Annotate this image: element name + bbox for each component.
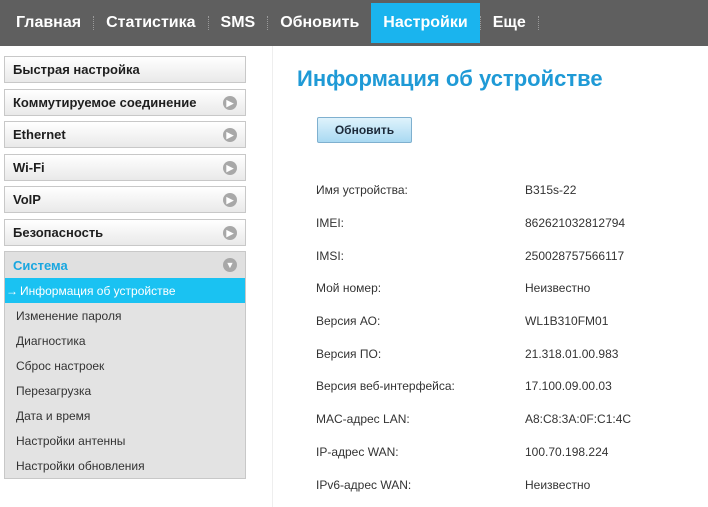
submenu-item-device-info[interactable]: → Информация об устройстве: [5, 278, 245, 303]
top-navigation: Главная Статистика SMS Обновить Настройк…: [0, 0, 708, 46]
nav-more[interactable]: Еще: [481, 0, 538, 46]
submenu-item-reset[interactable]: Сброс настроек: [5, 353, 245, 378]
nav-divider: [537, 16, 539, 30]
submenu-item-label: Информация об устройстве: [20, 283, 176, 298]
info-value: A8:C8:3A:0F:C1:4C: [525, 412, 632, 427]
chevron-right-icon: ▶: [223, 95, 237, 110]
sidebar-item-ethernet[interactable]: Ethernet ▶: [4, 121, 246, 148]
submenu-item-reboot[interactable]: Перезагрузка: [5, 378, 245, 403]
info-label: Мой номер:: [316, 281, 382, 296]
info-value: 100.70.198.224: [525, 444, 609, 459]
info-label: IMEI:: [316, 216, 345, 231]
sidebar-menu: Быстрая настройка Коммутируемое соединен…: [4, 56, 246, 479]
info-label: Версия АО:: [316, 314, 381, 329]
page-title: Информация об устройстве: [297, 66, 603, 91]
info-value: 17.100.09.00.03: [525, 379, 612, 394]
chevron-right-icon: ▶: [223, 128, 237, 142]
info-label: IMSI:: [316, 248, 345, 263]
sidebar-item-label: Безопасность: [13, 224, 104, 240]
submenu-item-antenna[interactable]: Настройки антенны: [5, 428, 245, 453]
nav-sms[interactable]: SMS: [209, 0, 268, 46]
sidebar-item-wifi[interactable]: Wi-Fi ▶: [4, 153, 246, 181]
sidebar-item-system[interactable]: Система ▼: [4, 251, 246, 278]
nav-home[interactable]: Главная: [4, 0, 93, 46]
chevron-down-icon: ▼: [223, 258, 237, 272]
info-row-hardware-version: Версия АО: WL1B310FM01: [316, 305, 696, 338]
info-label: Версия веб-интерфейса:: [316, 379, 455, 394]
sidebar-item-label: VoIP: [13, 192, 41, 207]
sidebar-item-label: Wi-Fi: [13, 159, 45, 175]
info-label: MAC-адрес LAN:: [316, 412, 410, 427]
info-row-software-version: Версия ПО: 21.318.01.00.983: [316, 337, 696, 370]
info-value: Неизвестно: [525, 281, 591, 296]
refresh-button[interactable]: Обновить: [317, 117, 412, 143]
info-label: IPv6-адрес WAN:: [316, 477, 412, 492]
info-value: 21.318.01.00.983: [525, 346, 619, 361]
info-value: Неизвестно: [525, 477, 591, 492]
info-value: 862621032812794: [525, 216, 626, 231]
info-label: IP-адрес WAN:: [316, 444, 399, 459]
chevron-right-icon: ▶: [223, 193, 237, 207]
info-row-my-number: Мой номер: Неизвестно: [316, 272, 696, 305]
info-row-web-ui-version: Версия веб-интерфейса: 17.100.09.00.03: [316, 370, 696, 403]
submenu-item-diagnostics[interactable]: Диагностика: [5, 328, 245, 353]
nav-statistics[interactable]: Статистика: [94, 0, 207, 46]
info-row-imei: IMEI: 862621032812794: [316, 207, 696, 240]
info-value: 250028757566117: [525, 248, 625, 263]
sidebar-item-label: Коммутируемое соединение: [13, 94, 197, 110]
info-label: Версия ПО:: [316, 346, 382, 361]
submenu-item-change-password[interactable]: Изменение пароля: [5, 303, 245, 328]
chevron-right-icon: ▶: [223, 225, 237, 240]
sidebar-item-security[interactable]: Безопасность ▶: [4, 218, 246, 246]
info-row-wan-ip: IP-адрес WAN: 100.70.198.224: [316, 436, 696, 469]
sidebar-item-label: Ethernet: [13, 127, 66, 142]
submenu-item-update-settings[interactable]: Настройки обновления: [5, 453, 245, 478]
info-row-wan-ipv6: IPv6-адрес WAN: Неизвестно: [316, 468, 696, 501]
info-value: WL1B310FM01: [525, 314, 609, 329]
main-content: Информация об устройстве Обновить Имя ус…: [272, 46, 708, 507]
nav-update[interactable]: Обновить: [268, 0, 371, 46]
nav-settings[interactable]: Настройки: [371, 3, 480, 43]
arrow-right-icon: →: [6, 283, 18, 298]
info-row-lan-mac: MAC-адрес LAN: A8:C8:3A:0F:C1:4C: [316, 403, 696, 436]
chevron-right-icon: ▶: [223, 160, 237, 175]
sidebar-item-label: Быстрая настройка: [13, 62, 140, 77]
sidebar-item-label: Система: [13, 257, 68, 273]
info-row-device-name: Имя устройства: B315s-22: [316, 174, 696, 207]
system-submenu: → Информация об устройстве Изменение пар…: [4, 278, 246, 479]
info-label: Имя устройства:: [316, 183, 408, 198]
info-value: B315s-22: [525, 183, 577, 198]
submenu-item-date-time[interactable]: Дата и время: [5, 403, 245, 428]
sidebar-item-voip[interactable]: VoIP ▶: [4, 186, 246, 213]
info-row-imsi: IMSI: 250028757566117: [316, 239, 696, 272]
sidebar-item-quick-setup[interactable]: Быстрая настройка: [4, 56, 246, 83]
device-info-table: Имя устройства: B315s-22 IMEI: 862621032…: [316, 174, 696, 501]
sidebar-item-dialup[interactable]: Коммутируемое соединение ▶: [4, 88, 246, 116]
